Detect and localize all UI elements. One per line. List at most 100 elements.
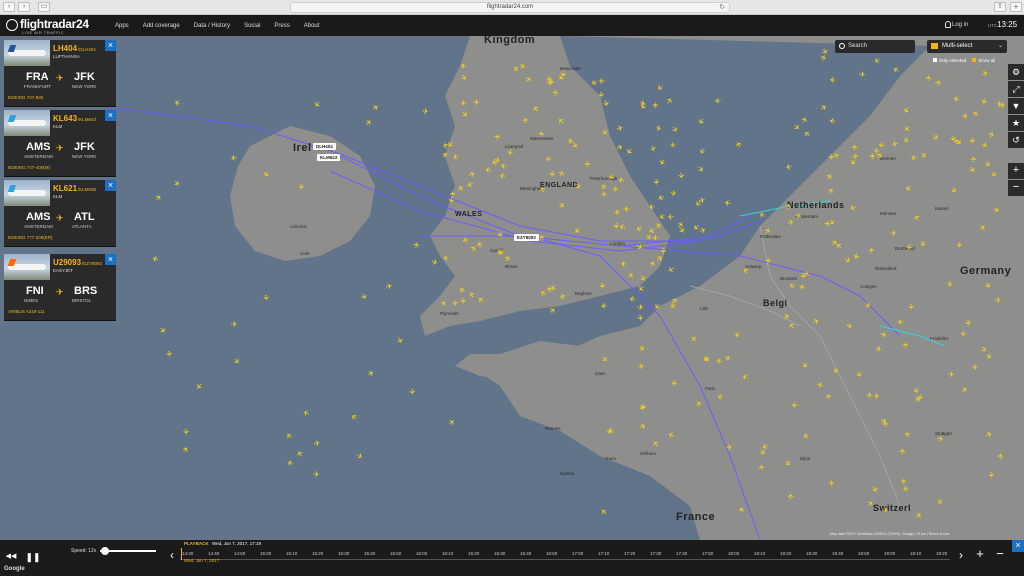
- aircraft-icon[interactable]: ✈: [636, 302, 644, 312]
- new-tab-button[interactable]: +: [1010, 2, 1022, 12]
- aircraft-icon[interactable]: ✈: [994, 296, 1002, 306]
- close-icon[interactable]: ×: [105, 40, 116, 51]
- flight-tag-ezy8093[interactable]: EZY8093: [514, 234, 539, 241]
- timeline-prev-button[interactable]: ‹: [166, 544, 178, 566]
- aircraft-icon[interactable]: ✈: [493, 155, 501, 165]
- aircraft-icon[interactable]: ✈: [829, 75, 836, 84]
- aircraft-icon[interactable]: ✈: [909, 152, 918, 162]
- aircraft-icon[interactable]: ✈: [566, 137, 574, 147]
- aircraft-icon[interactable]: ✈: [676, 172, 686, 180]
- nav-about[interactable]: About: [304, 23, 320, 29]
- flight-map[interactable]: Kingdom Irel Netherlands Belgi Germany F…: [0, 36, 1024, 540]
- back-button[interactable]: ‹: [3, 2, 15, 12]
- timeline-marker[interactable]: [181, 548, 182, 560]
- aircraft-icon[interactable]: ✈: [647, 202, 655, 212]
- flight-card-u29093[interactable]: U29093/EZY8093 EASYJET × FNI ✈ BRS NIMES…: [4, 254, 116, 321]
- aircraft-icon[interactable]: ✈: [723, 198, 731, 208]
- aircraft-icon[interactable]: ✈: [421, 106, 429, 116]
- expand-icon[interactable]: ⤢: [1008, 81, 1024, 97]
- aircraft-icon[interactable]: ✈: [850, 143, 859, 150]
- aircraft-icon[interactable]: ✈: [924, 74, 934, 82]
- flightradar24-logo[interactable]: flightradar24 LIVE AIR TRAFFIC: [6, 16, 89, 35]
- aircraft-icon[interactable]: ✈: [296, 183, 306, 191]
- aircraft-icon[interactable]: ✈: [873, 146, 880, 155]
- aircraft-icon[interactable]: ✈: [231, 320, 238, 329]
- aircraft-icon[interactable]: ✈: [954, 242, 963, 249]
- timeline-scrubber[interactable]: 14:30 14:40 14:50 15:00 15:10 15:20 15:30 15:40…: [180, 548, 950, 560]
- aircraft-icon[interactable]: ✈: [620, 259, 627, 268]
- aircraft-icon[interactable]: ✈: [596, 91, 606, 99]
- aircraft-icon[interactable]: ✈: [473, 99, 480, 107]
- aircraft-icon[interactable]: ✈: [651, 178, 661, 185]
- filter-icon[interactable]: ▼: [1008, 98, 1024, 114]
- aircraft-icon[interactable]: ✈: [866, 391, 873, 401]
- aircraft-icon[interactable]: ✈: [996, 453, 1005, 460]
- aircraft-icon[interactable]: ✈: [996, 100, 1004, 110]
- aircraft-icon[interactable]: ✈: [261, 294, 271, 302]
- share-button[interactable]: ⇪: [994, 2, 1006, 12]
- flight-card-kl621[interactable]: KL621/KLM036 KLM × AMS ✈ ATL AMSTERDAM A…: [4, 180, 116, 247]
- aircraft-icon[interactable]: ✈: [605, 427, 613, 437]
- aircraft-icon[interactable]: ✈: [583, 160, 592, 167]
- rewind-button[interactable]: ◀◀: [2, 548, 20, 566]
- aircraft-icon[interactable]: ✈: [948, 370, 955, 379]
- aircraft-icon[interactable]: ✈: [613, 207, 622, 217]
- speed-slider-handle[interactable]: [100, 547, 109, 555]
- aircraft-icon[interactable]: ✈: [654, 124, 662, 134]
- history-icon[interactable]: ↺: [1008, 132, 1024, 148]
- aircraft-icon[interactable]: ✈: [669, 188, 678, 198]
- aircraft-icon[interactable]: ✈: [667, 212, 674, 221]
- aircraft-icon[interactable]: ✈: [658, 248, 667, 255]
- close-icon[interactable]: ×: [105, 254, 116, 265]
- aircraft-icon[interactable]: ✈: [899, 477, 909, 485]
- flight-tag-dlh404[interactable]: DLH404: [313, 143, 336, 150]
- aircraft-icon[interactable]: ✈: [963, 320, 972, 327]
- aircraft-icon[interactable]: ✈: [969, 156, 978, 163]
- aircraft-icon[interactable]: ✈: [521, 116, 531, 124]
- show-all-option[interactable]: Show all: [972, 58, 995, 63]
- aircraft-icon[interactable]: ✈: [638, 403, 648, 411]
- aircraft-icon[interactable]: ✈: [407, 388, 417, 396]
- close-icon[interactable]: ×: [105, 180, 116, 191]
- settings-gear-icon[interactable]: ⚙: [1008, 64, 1024, 80]
- timeline-zoom-out-button[interactable]: −: [993, 546, 1007, 564]
- aircraft-icon[interactable]: ✈: [623, 204, 630, 213]
- aircraft-icon[interactable]: ✈: [961, 111, 970, 121]
- close-icon[interactable]: ×: [105, 110, 116, 121]
- timeline-next-button[interactable]: ›: [955, 544, 967, 566]
- aircraft-icon[interactable]: ✈: [786, 492, 796, 500]
- pause-button[interactable]: ❚❚: [24, 548, 42, 566]
- aircraft-icon[interactable]: ✈: [606, 173, 616, 182]
- flight-card-kl643[interactable]: KL643/KLM643 KLM × AMS ✈ JFK AMSTERDAM N…: [4, 110, 116, 177]
- aircraft-icon[interactable]: ✈: [499, 171, 506, 180]
- aircraft-icon[interactable]: ✈: [598, 76, 605, 85]
- aircraft-icon[interactable]: ✈: [757, 463, 767, 471]
- reload-icon[interactable]: ↻: [719, 3, 725, 12]
- aircraft-icon[interactable]: ✈: [785, 162, 793, 172]
- aircraft-icon[interactable]: ✈: [898, 448, 907, 455]
- forward-button[interactable]: ›: [18, 2, 30, 12]
- multiselect-dropdown[interactable]: Multi-select ⌄: [927, 40, 1007, 53]
- aircraft-icon[interactable]: ✈: [725, 443, 733, 453]
- aircraft-icon[interactable]: ✈: [859, 70, 866, 79]
- aircraft-icon[interactable]: ✈: [412, 241, 422, 250]
- nav-social[interactable]: Social: [244, 23, 260, 29]
- aircraft-icon[interactable]: ✈: [828, 479, 836, 489]
- aircraft-icon[interactable]: ✈: [826, 153, 835, 160]
- aircraft-icon[interactable]: ✈: [461, 236, 471, 244]
- aircraft-icon[interactable]: ✈: [906, 303, 915, 310]
- aircraft-icon[interactable]: ✈: [986, 471, 996, 479]
- aircraft-icon[interactable]: ✈: [669, 379, 680, 388]
- aircraft-icon[interactable]: ✈: [889, 228, 897, 238]
- close-playback-icon[interactable]: ×: [1012, 540, 1024, 552]
- nav-data-history[interactable]: Data / History: [194, 23, 230, 29]
- nav-add-coverage[interactable]: Add coverage: [143, 23, 180, 29]
- aircraft-icon[interactable]: ✈: [881, 420, 891, 427]
- aircraft-icon[interactable]: ✈: [867, 246, 876, 253]
- aircraft-icon[interactable]: ✈: [635, 314, 644, 321]
- aircraft-icon[interactable]: ✈: [971, 362, 979, 372]
- aircraft-icon[interactable]: ✈: [448, 190, 457, 197]
- aircraft-icon[interactable]: ✈: [610, 185, 620, 193]
- nav-press[interactable]: Press: [274, 23, 289, 29]
- aircraft-icon[interactable]: ✈: [882, 506, 889, 515]
